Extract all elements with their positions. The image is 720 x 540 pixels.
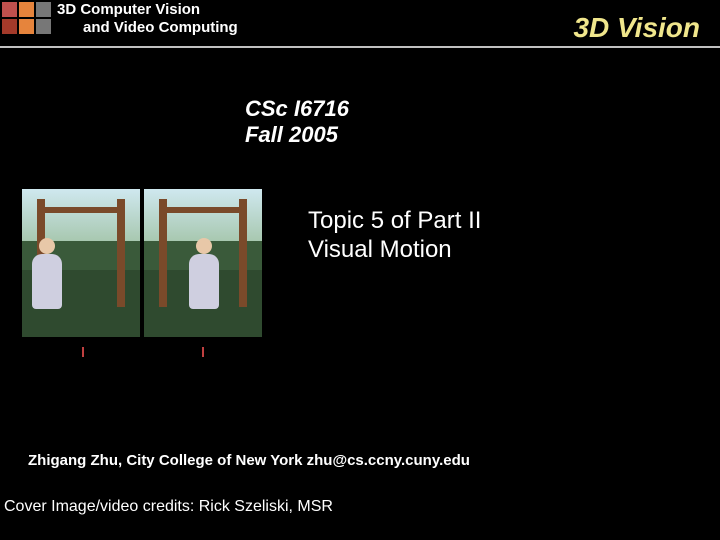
swing-image-right (144, 189, 262, 337)
tick-mark (202, 347, 204, 357)
header-line2: and Video Computing (57, 19, 573, 36)
tick-mark (82, 347, 84, 357)
logo-square (36, 2, 51, 17)
credits-line: Cover Image/video credits: Rick Szeliski… (4, 498, 333, 516)
image-pair-wrap (0, 189, 262, 353)
header: 3D Computer Vision and Video Computing 3… (0, 0, 720, 44)
logo-square (2, 19, 17, 34)
logo-square (2, 2, 17, 17)
image-pair (22, 189, 262, 337)
topic-block: Topic 5 of Part II Visual Motion (308, 207, 481, 353)
timeline-ticks (22, 347, 262, 353)
brand-title: 3D Vision (573, 0, 720, 44)
content-row: Topic 5 of Part II Visual Motion (0, 189, 720, 353)
logo-square (36, 19, 51, 34)
logo-grid (2, 2, 51, 34)
logo-square (19, 19, 34, 34)
topic-line2: Visual Motion (308, 236, 481, 265)
course-block: CSc I6716 Fall 2005 (245, 96, 720, 149)
course-code: CSc I6716 (245, 96, 720, 122)
header-underline (0, 46, 720, 48)
header-text: 3D Computer Vision and Video Computing (57, 0, 573, 36)
course-term: Fall 2005 (245, 122, 720, 148)
author-line: Zhigang Zhu, City College of New York zh… (28, 452, 470, 469)
topic-line1: Topic 5 of Part II (308, 207, 481, 236)
logo-square (19, 2, 34, 17)
swing-image-left (22, 189, 140, 337)
header-line1: 3D Computer Vision (57, 0, 573, 18)
